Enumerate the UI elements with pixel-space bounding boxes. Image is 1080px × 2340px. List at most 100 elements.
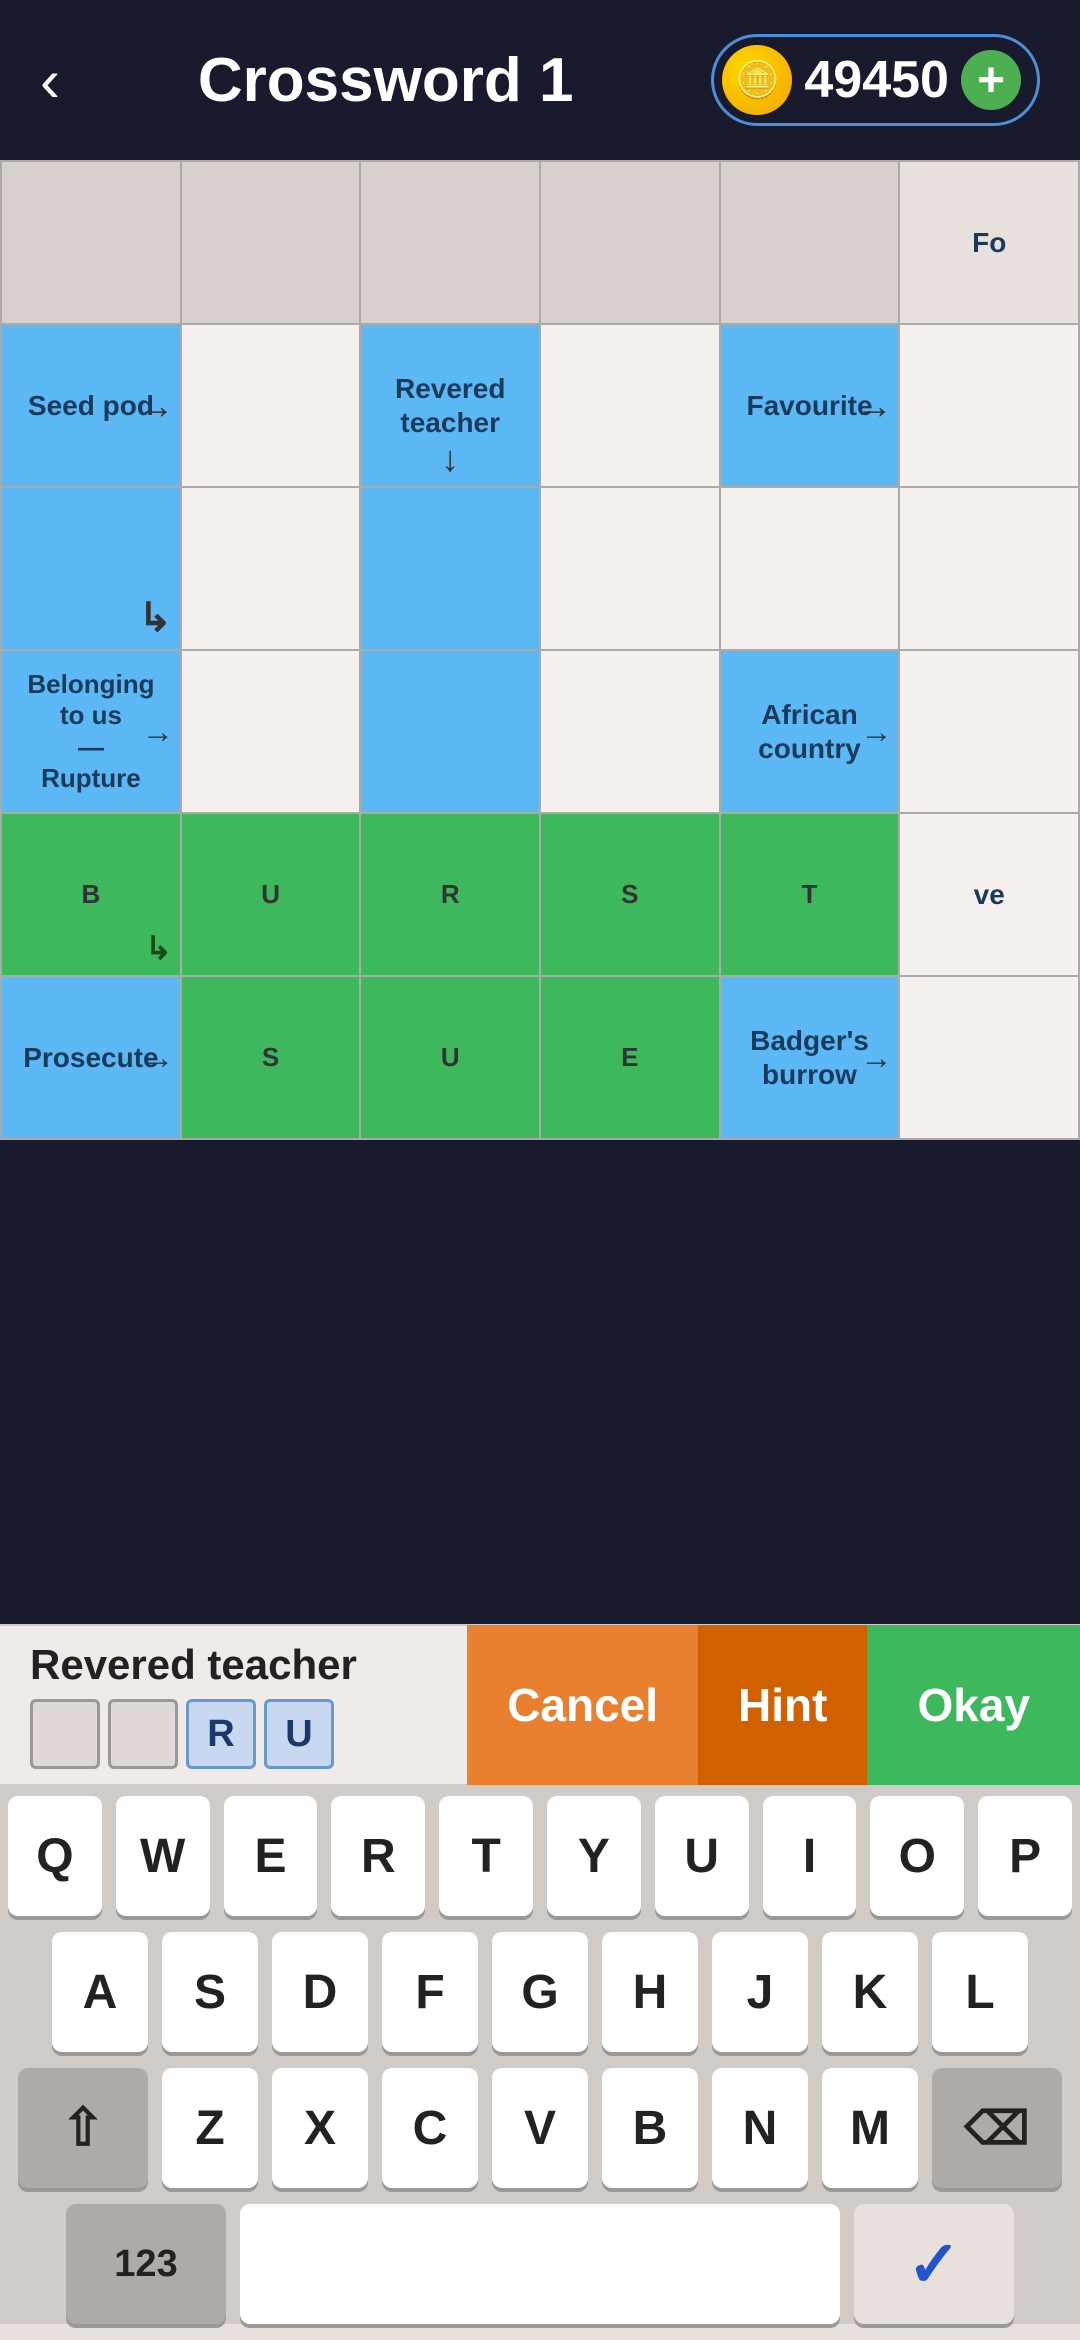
cell-0-1[interactable] <box>181 161 360 324</box>
add-coins-button[interactable]: + <box>961 50 1021 110</box>
cell-0-0[interactable] <box>1 161 181 324</box>
letter-R: R <box>441 879 460 909</box>
hint-button[interactable]: Hint <box>698 1625 867 1785</box>
cell-revered-teacher[interactable]: Reveredteacher <box>360 324 540 487</box>
key-J[interactable]: J <box>712 1932 808 2052</box>
keyboard-row-4: 123 ✓ <box>8 2204 1072 2324</box>
cell-0-4[interactable] <box>720 161 900 324</box>
cell-0-3[interactable] <box>540 161 719 324</box>
cell-2-5[interactable] <box>899 487 1079 650</box>
key-N[interactable]: N <box>712 2068 808 2188</box>
cell-1-5[interactable] <box>899 324 1079 487</box>
numbers-key[interactable]: 123 <box>66 2204 226 2324</box>
coin-icon: 🪙 <box>722 45 792 115</box>
cell-4-5[interactable]: ve <box>899 813 1079 976</box>
key-H[interactable]: H <box>602 1932 698 2052</box>
cell-2-0[interactable] <box>1 487 181 650</box>
cell-favourite[interactable]: Favourite <box>720 324 900 487</box>
key-L[interactable]: L <box>932 1932 1028 2052</box>
key-K[interactable]: K <box>822 1932 918 2052</box>
key-Y[interactable]: Y <box>547 1796 641 1916</box>
cell-3-1[interactable] <box>181 650 360 813</box>
key-X[interactable]: X <box>272 2068 368 2188</box>
backspace-key[interactable]: ⌫ <box>932 2068 1062 2188</box>
letter-S2: S <box>262 1042 279 1072</box>
answer-box-3[interactable]: R <box>186 1699 256 1769</box>
answer-box-1[interactable] <box>30 1699 100 1769</box>
action-buttons: Cancel Hint Okay <box>467 1625 1080 1785</box>
clue-ve: ve <box>900 874 1078 916</box>
key-T[interactable]: T <box>439 1796 533 1916</box>
key-F[interactable]: F <box>382 1932 478 2052</box>
answer-box-4[interactable]: U <box>264 1699 334 1769</box>
cell-5-5[interactable] <box>899 976 1079 1139</box>
cell-0-2[interactable] <box>360 161 540 324</box>
cell-african-country[interactable]: Africancountry → <box>720 650 900 813</box>
grid-row-2 <box>1 487 1079 650</box>
active-clue-text: Revered teacher <box>30 1641 437 1689</box>
done-key[interactable]: ✓ <box>854 2204 1014 2324</box>
key-D[interactable]: D <box>272 1932 368 2052</box>
cell-U[interactable]: U <box>181 813 360 976</box>
keyboard-row-2: A S D F G H J K L <box>8 1932 1072 2052</box>
cell-badgers[interactable]: Badger'sburrow → <box>720 976 900 1139</box>
cell-2-4[interactable] <box>720 487 900 650</box>
arrow-corner-2: ↳ <box>145 929 172 967</box>
cell-prosecute[interactable]: Prosecute → <box>1 976 181 1139</box>
answer-box-2[interactable] <box>108 1699 178 1769</box>
cell-S[interactable]: S <box>540 813 719 976</box>
shift-key[interactable]: ⇧ <box>18 2068 148 2188</box>
cell-R[interactable]: R <box>360 813 540 976</box>
cell-3-3[interactable] <box>540 650 719 813</box>
key-E[interactable]: E <box>224 1796 318 1916</box>
cell-S2[interactable]: S <box>181 976 360 1139</box>
key-I[interactable]: I <box>763 1796 857 1916</box>
back-button[interactable]: ‹ <box>40 46 60 115</box>
cell-2-2[interactable] <box>360 487 540 650</box>
checkmark-icon: ✓ <box>907 2227 961 2302</box>
cell-1-1[interactable] <box>181 324 360 487</box>
key-G[interactable]: G <box>492 1932 588 2052</box>
cell-U2[interactable]: U <box>360 976 540 1139</box>
key-A[interactable]: A <box>52 1932 148 2052</box>
cell-1-3[interactable] <box>540 324 719 487</box>
key-U[interactable]: U <box>655 1796 749 1916</box>
cell-2-3[interactable] <box>540 487 719 650</box>
key-B[interactable]: B <box>602 2068 698 2188</box>
cell-2-1[interactable] <box>181 487 360 650</box>
clue-favourite: Favourite <box>721 385 899 427</box>
cell-E[interactable]: E <box>540 976 719 1139</box>
key-V[interactable]: V <box>492 2068 588 2188</box>
cell-0-5[interactable]: Fo <box>899 161 1079 324</box>
bottom-panel: Revered teacher R U Cancel Hint Okay Q W… <box>0 1624 1080 2340</box>
cell-B[interactable]: B ↳ <box>1 813 181 976</box>
key-R[interactable]: R <box>331 1796 425 1916</box>
cell-3-2[interactable] <box>360 650 540 813</box>
cell-3-5[interactable] <box>899 650 1079 813</box>
key-O[interactable]: O <box>870 1796 964 1916</box>
letter-E: E <box>621 1042 638 1072</box>
arrow-prosecute: → <box>142 1039 174 1076</box>
key-M[interactable]: M <box>822 2068 918 2188</box>
key-C[interactable]: C <box>382 2068 478 2188</box>
cell-seed-pod[interactable]: Seed pod <box>1 324 181 487</box>
app-header: ‹ Crossword 1 🪙 49450 + <box>0 0 1080 160</box>
arrow-right-icon: → <box>142 713 174 750</box>
letter-T: T <box>802 879 818 909</box>
key-Q[interactable]: Q <box>8 1796 102 1916</box>
grid-row-5: Prosecute → S U E Badger'sburrow → <box>1 976 1079 1139</box>
key-S[interactable]: S <box>162 1932 258 2052</box>
cell-T[interactable]: T <box>720 813 900 976</box>
cancel-button[interactable]: Cancel <box>467 1625 698 1785</box>
space-key[interactable] <box>240 2204 840 2324</box>
clue-revered-teacher: Reveredteacher <box>361 368 539 443</box>
key-Z[interactable]: Z <box>162 2068 258 2188</box>
clue-fo: Fo <box>900 222 1078 264</box>
key-P[interactable]: P <box>978 1796 1072 1916</box>
grid-table: Fo Seed pod Reveredteacher Favourite <box>0 160 1080 1140</box>
key-W[interactable]: W <box>116 1796 210 1916</box>
okay-button[interactable]: Okay <box>867 1625 1080 1785</box>
keyboard: Q W E R T Y U I O P A S D F G H J K L ⇧ … <box>0 1784 1080 2324</box>
cell-belonging[interactable]: Belongingto us—Rupture → <box>1 650 181 813</box>
grid-row-1: Seed pod Reveredteacher Favourite <box>1 324 1079 487</box>
